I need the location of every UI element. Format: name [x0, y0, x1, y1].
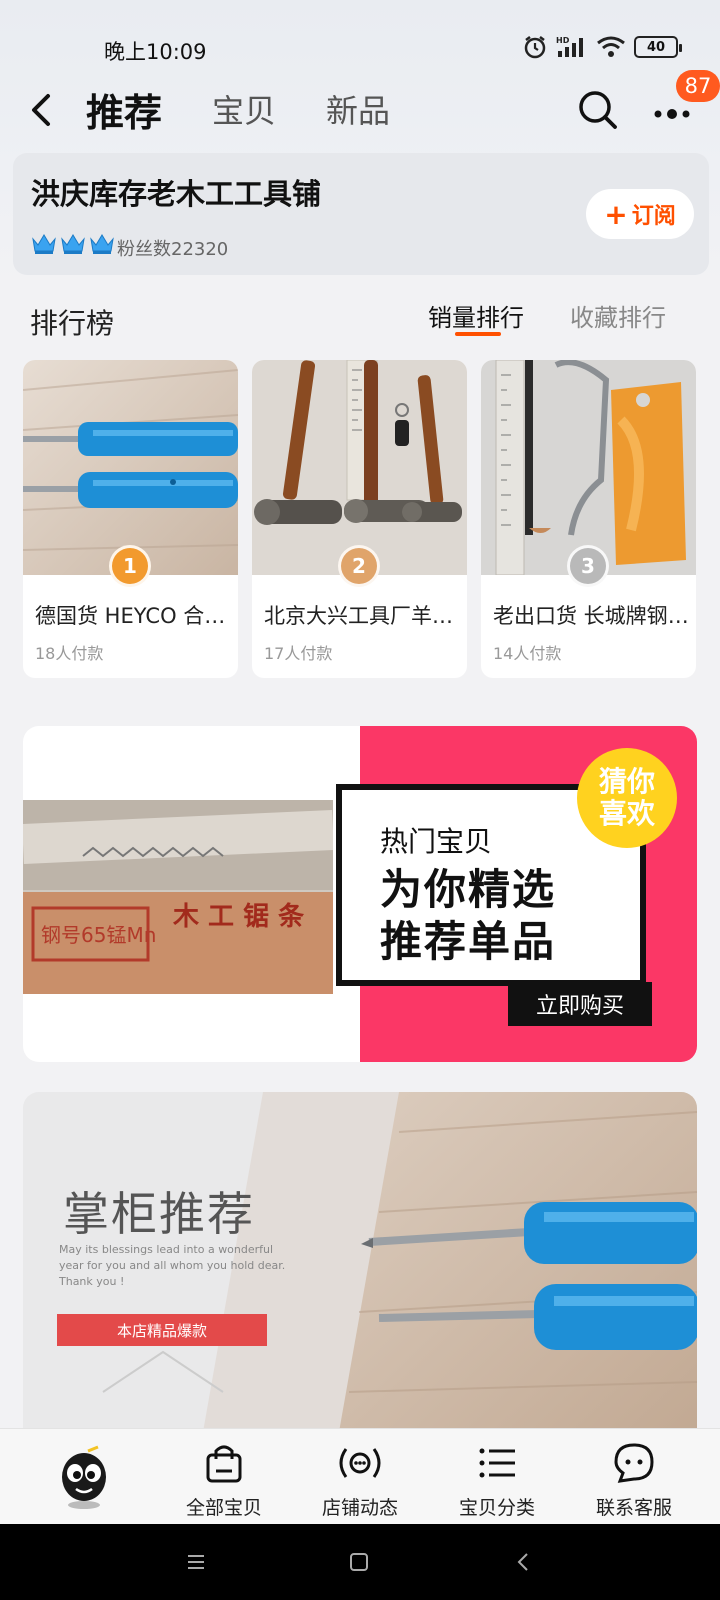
subscribe-button[interactable]: + 订阅	[586, 189, 694, 239]
crown-icon	[61, 234, 85, 254]
battery-indicator: 40	[634, 36, 682, 58]
crown-icon	[90, 234, 114, 254]
alarm-icon	[524, 36, 546, 59]
system-navigation-bar	[0, 1524, 720, 1600]
photo-print-steel: 钢号65锰Mn	[41, 923, 156, 947]
status-icons: HD 40	[522, 34, 682, 60]
shop-level	[31, 231, 115, 255]
guess-you-like-badge: 猜你 喜欢	[577, 748, 677, 848]
status-time: 晚上10:09	[104, 40, 207, 64]
back-icon[interactable]	[22, 88, 62, 132]
crown-icon	[32, 234, 56, 254]
subscribe-label: 订阅	[631, 204, 676, 229]
broadcast-icon	[339, 1448, 381, 1478]
home-icon[interactable]	[343, 1546, 375, 1578]
shopping-bag-icon	[206, 1445, 242, 1483]
tab-recommend[interactable]: 推荐	[86, 82, 162, 137]
tab-customer-service[interactable]: 联系客服	[574, 1441, 694, 1520]
notification-badge: 87	[676, 70, 720, 102]
manager-title: 掌柜推荐	[63, 1187, 255, 1241]
tab-favorites-ranking[interactable]: 收藏排行	[570, 298, 666, 333]
wifi-icon	[597, 36, 625, 57]
product-image-screwdrivers	[23, 360, 238, 575]
product-title: 老出口货 长城牌钢锯弓	[493, 604, 689, 628]
tab-sales-ranking[interactable]: 销量排行	[428, 298, 524, 333]
status-bar: 晚上10:09 HD 40	[0, 0, 720, 70]
tab-categories[interactable]: 宝贝分类	[437, 1441, 557, 1520]
product-image-hammers	[252, 360, 467, 575]
product-sales: 14人付款	[493, 644, 562, 663]
promo-line-2: 推荐单品	[380, 917, 557, 966]
product-card[interactable]: 2 北京大兴工具厂羊角锤 17人付款	[252, 360, 467, 678]
system-back-icon[interactable]	[508, 1546, 540, 1578]
tab-new[interactable]: 新品	[326, 86, 390, 132]
tab-shop-updates[interactable]: 店铺动态	[300, 1441, 420, 1520]
rank-medal: 2	[338, 545, 380, 587]
search-icon[interactable]	[576, 88, 620, 132]
tab-items[interactable]: 宝贝	[212, 86, 276, 132]
promo-banner[interactable]: 钢号65锰Mn 木 工 锯 条 热门宝贝 为你精选 推荐单品 立即购买 猜你 喜…	[23, 726, 697, 1062]
top-nav: 推荐 宝贝 新品	[0, 78, 720, 144]
rank-medal: 3	[567, 545, 609, 587]
product-title: 北京大兴工具厂羊角锤	[264, 604, 460, 628]
product-title: 德国货 HEYCO 合金钢螺丝刀	[35, 604, 231, 628]
fans-count: 粉丝数22320	[117, 239, 229, 260]
saw-blade-image: 钢号65锰Mn 木 工 锯 条	[23, 800, 333, 994]
menu-icon[interactable]	[180, 1546, 212, 1578]
tab-underline	[455, 332, 501, 336]
promo-small-text: 热门宝贝	[380, 825, 493, 858]
plus-icon: +	[604, 197, 628, 231]
ranking-title: 排行榜	[30, 307, 115, 340]
manager-banner[interactable]: 掌柜推荐 May its blessings lead into a wonde…	[23, 1092, 697, 1432]
signal-icon: HD	[556, 36, 583, 57]
mascot-icon[interactable]	[58, 1445, 110, 1511]
rank-medal: 1	[109, 545, 151, 587]
buy-now-button[interactable]: 立即购买	[508, 982, 652, 1026]
product-card[interactable]: 3 老出口货 长城牌钢锯弓 14人付款	[481, 360, 696, 678]
list-icon	[479, 1448, 515, 1478]
shop-card[interactable]: 洪庆库存老木工工具铺 粉丝数22320 + 订阅	[13, 153, 709, 275]
product-sales: 17人付款	[264, 644, 333, 663]
svg-text:HD: HD	[556, 36, 570, 45]
product-sales: 18人付款	[35, 644, 104, 663]
bottom-tab-bar: 全部宝贝 店铺动态 宝贝分类 联系客服	[0, 1428, 720, 1524]
product-image-saw-frame	[481, 360, 696, 575]
shop-name: 洪庆库存老木工工具铺	[31, 177, 322, 211]
manager-english-text: May its blessings lead into a wonderful …	[59, 1243, 286, 1288]
chat-face-icon	[614, 1443, 654, 1483]
product-card[interactable]: 1 德国货 HEYCO 合金钢螺丝刀 18人付款	[23, 360, 238, 678]
photo-print-blade: 木 工 锯 条	[172, 902, 305, 932]
hot-item-tag: 本店精品爆款	[57, 1314, 267, 1346]
screwdriver-photo	[339, 1092, 697, 1432]
tab-all-items[interactable]: 全部宝贝	[164, 1441, 284, 1520]
